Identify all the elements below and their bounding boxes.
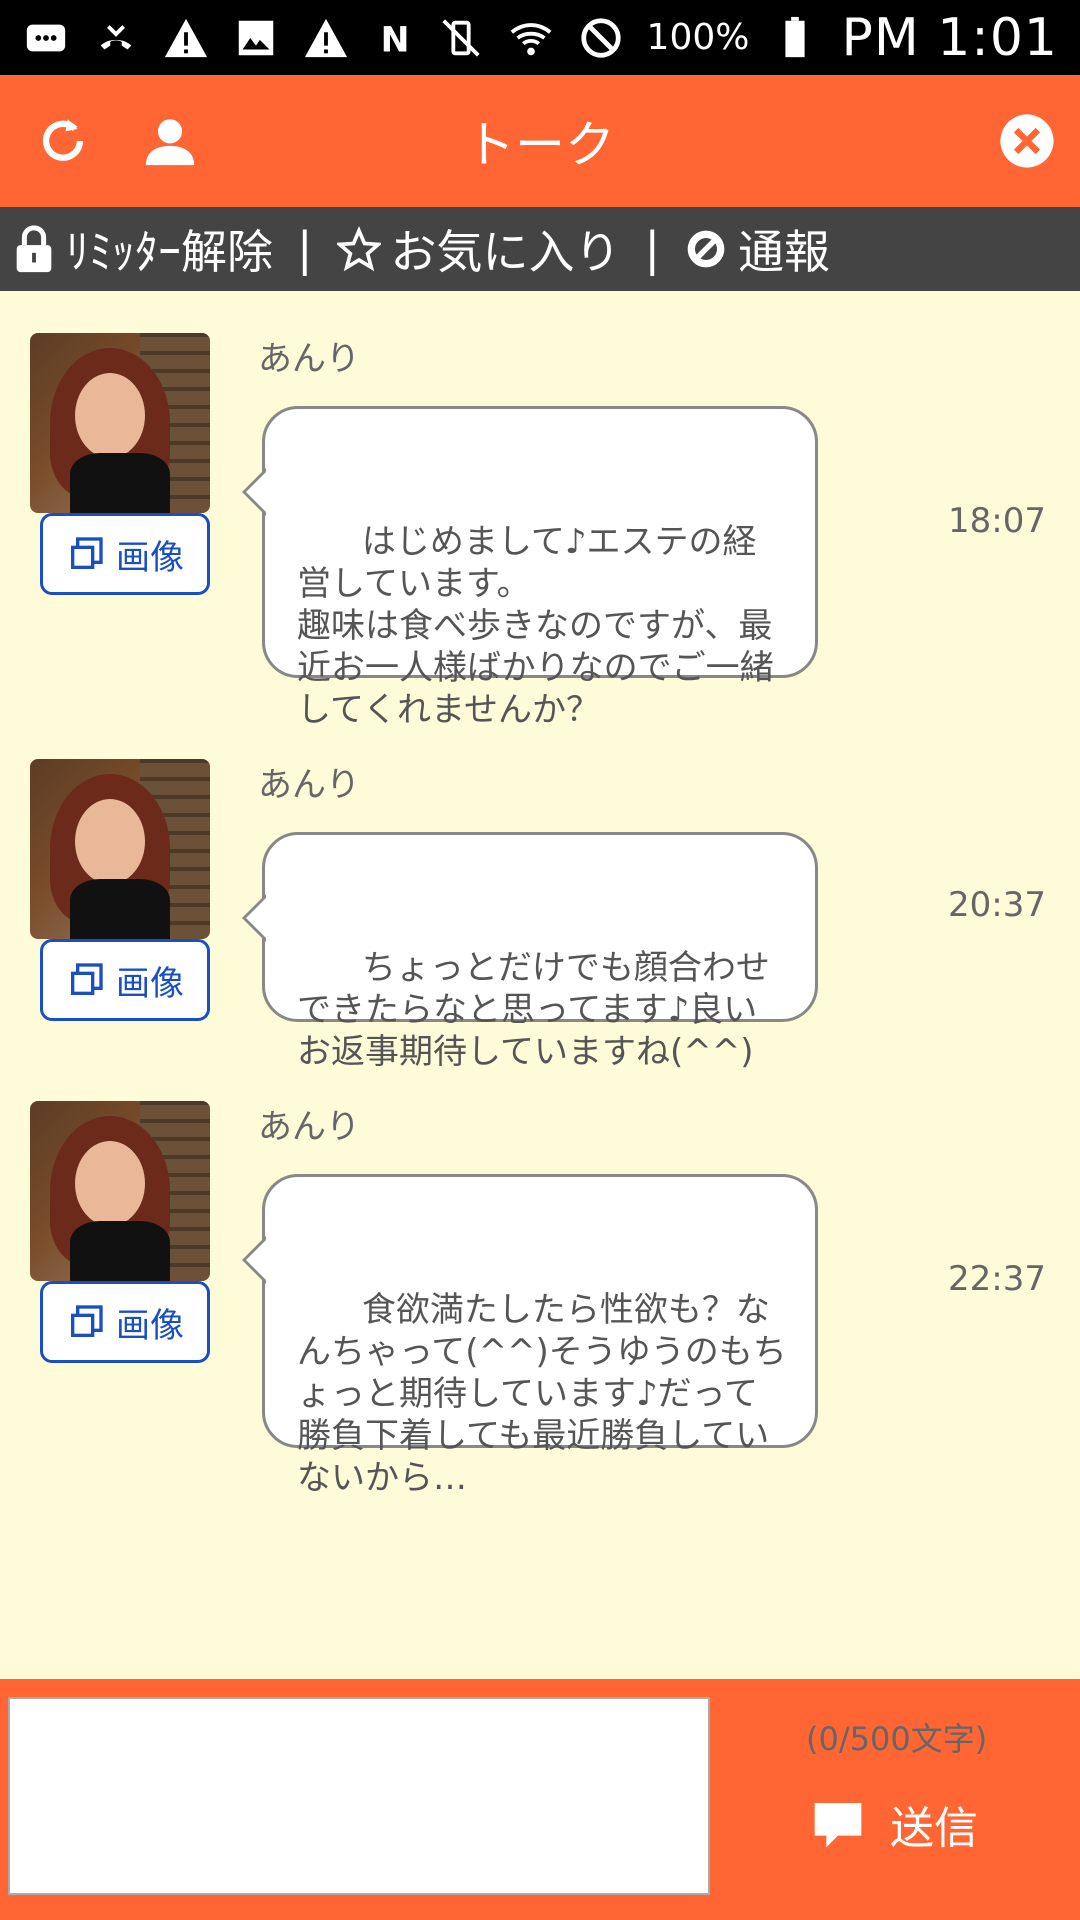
message-text: ちょっとだけでも顔合わせできたらなと思ってます♪良いお返事期待していますね(^^… xyxy=(297,948,770,1072)
message-bubble: ちょっとだけでも顔合わせできたらなと思ってます♪良いお返事期待していますね(^^… xyxy=(242,832,818,1072)
sender-name: あんり xyxy=(258,765,360,805)
sender-name: あんり xyxy=(258,339,360,379)
image-button[interactable]: 画像 xyxy=(40,513,210,595)
sender-name: あんり xyxy=(258,1107,360,1147)
close-button[interactable] xyxy=(982,75,1072,207)
vibrate-mute-icon xyxy=(437,14,485,62)
close-icon xyxy=(1000,114,1054,168)
limiter-release-label: ﾘﾐｯﾀｰ解除 xyxy=(66,225,273,279)
block-icon xyxy=(687,230,725,268)
avatar[interactable] xyxy=(30,333,210,513)
image-button-label: 画像 xyxy=(116,537,184,578)
star-icon xyxy=(336,226,381,272)
refresh-icon xyxy=(42,119,84,161)
report-button[interactable]: 通報 xyxy=(684,216,830,282)
avatar[interactable] xyxy=(30,759,210,939)
compose-bar: (0/500文字) 送信 xyxy=(0,1679,1080,1920)
message-bubble: はじめまして♪エステの経営しています。 趣味は食べ歩きなのですが、最近お一人様ば… xyxy=(242,406,818,730)
message-time: 20:37 xyxy=(948,885,1046,925)
status-right-icons: 100% PM 1:01 xyxy=(437,8,1058,68)
message-input[interactable] xyxy=(8,1697,710,1895)
image-copy-icon xyxy=(71,1305,103,1337)
toolbar-separator: | xyxy=(644,222,661,276)
image-icon xyxy=(232,14,280,62)
limiter-release-button[interactable]: ﾘﾐｯﾀｰ解除 xyxy=(12,216,273,282)
image-copy-icon xyxy=(71,963,103,995)
page-title: トーク xyxy=(465,116,615,174)
refresh-button[interactable] xyxy=(18,75,108,207)
lock-icon xyxy=(16,225,52,273)
image-button[interactable]: 画像 xyxy=(40,1281,210,1363)
warning-icon xyxy=(302,14,350,62)
message-bubble: 食欲満たしたら性欲も？なんちゃって(^^)そうゆうのもちょっと期待しています♪だ… xyxy=(242,1174,818,1498)
image-button[interactable]: 画像 xyxy=(40,939,210,1021)
profile-button[interactable] xyxy=(125,75,215,207)
favorite-label: お気に入り xyxy=(390,225,621,279)
warning-icon xyxy=(162,14,210,62)
status-bar: N 100% PM 1:01 xyxy=(0,0,1080,75)
report-label: 通報 xyxy=(738,225,830,279)
message-list[interactable]: 画像 あんり はじめまして♪エステの経営しています。 趣味は食べ歩きなのですが、… xyxy=(0,291,1080,1679)
message-time: 22:37 xyxy=(948,1259,1046,1299)
battery-icon xyxy=(771,14,819,62)
do-not-disturb-icon xyxy=(577,14,625,62)
battery-percentage: 100% xyxy=(646,17,750,58)
send-label: 送信 xyxy=(890,1803,978,1854)
speech-bubble-icon xyxy=(814,1803,862,1848)
wifi-icon xyxy=(507,14,555,62)
toolbar-separator: | xyxy=(297,222,313,276)
image-copy-icon xyxy=(71,537,103,569)
action-toolbar: ﾘﾐｯﾀｰ解除 | お気に入り | 通報 xyxy=(0,207,1080,291)
send-button[interactable]: 送信 xyxy=(810,1779,1010,1869)
character-counter: (0/500文字) xyxy=(806,1720,988,1758)
message-text: 食欲満たしたら性欲も？なんちゃって(^^)そうゆうのもちょっと期待しています♪だ… xyxy=(297,1290,787,1498)
missed-call-icon xyxy=(92,14,140,62)
favorite-button[interactable]: お気に入り xyxy=(336,216,621,282)
svg-text:N: N xyxy=(381,20,410,60)
user-icon xyxy=(145,119,195,166)
app-header: トーク xyxy=(0,75,1080,207)
nfc-icon: N xyxy=(372,14,420,62)
image-button-label: 画像 xyxy=(116,963,184,1004)
status-left-icons: N xyxy=(22,14,420,62)
avatar[interactable] xyxy=(30,1101,210,1281)
message-text: はじめまして♪エステの経営しています。 趣味は食べ歩きなのですが、最近お一人様ば… xyxy=(297,522,774,730)
clock: PM 1:01 xyxy=(841,7,1058,68)
image-button-label: 画像 xyxy=(116,1305,184,1346)
message-notification-icon xyxy=(22,14,70,62)
message-time: 18:07 xyxy=(948,501,1046,541)
